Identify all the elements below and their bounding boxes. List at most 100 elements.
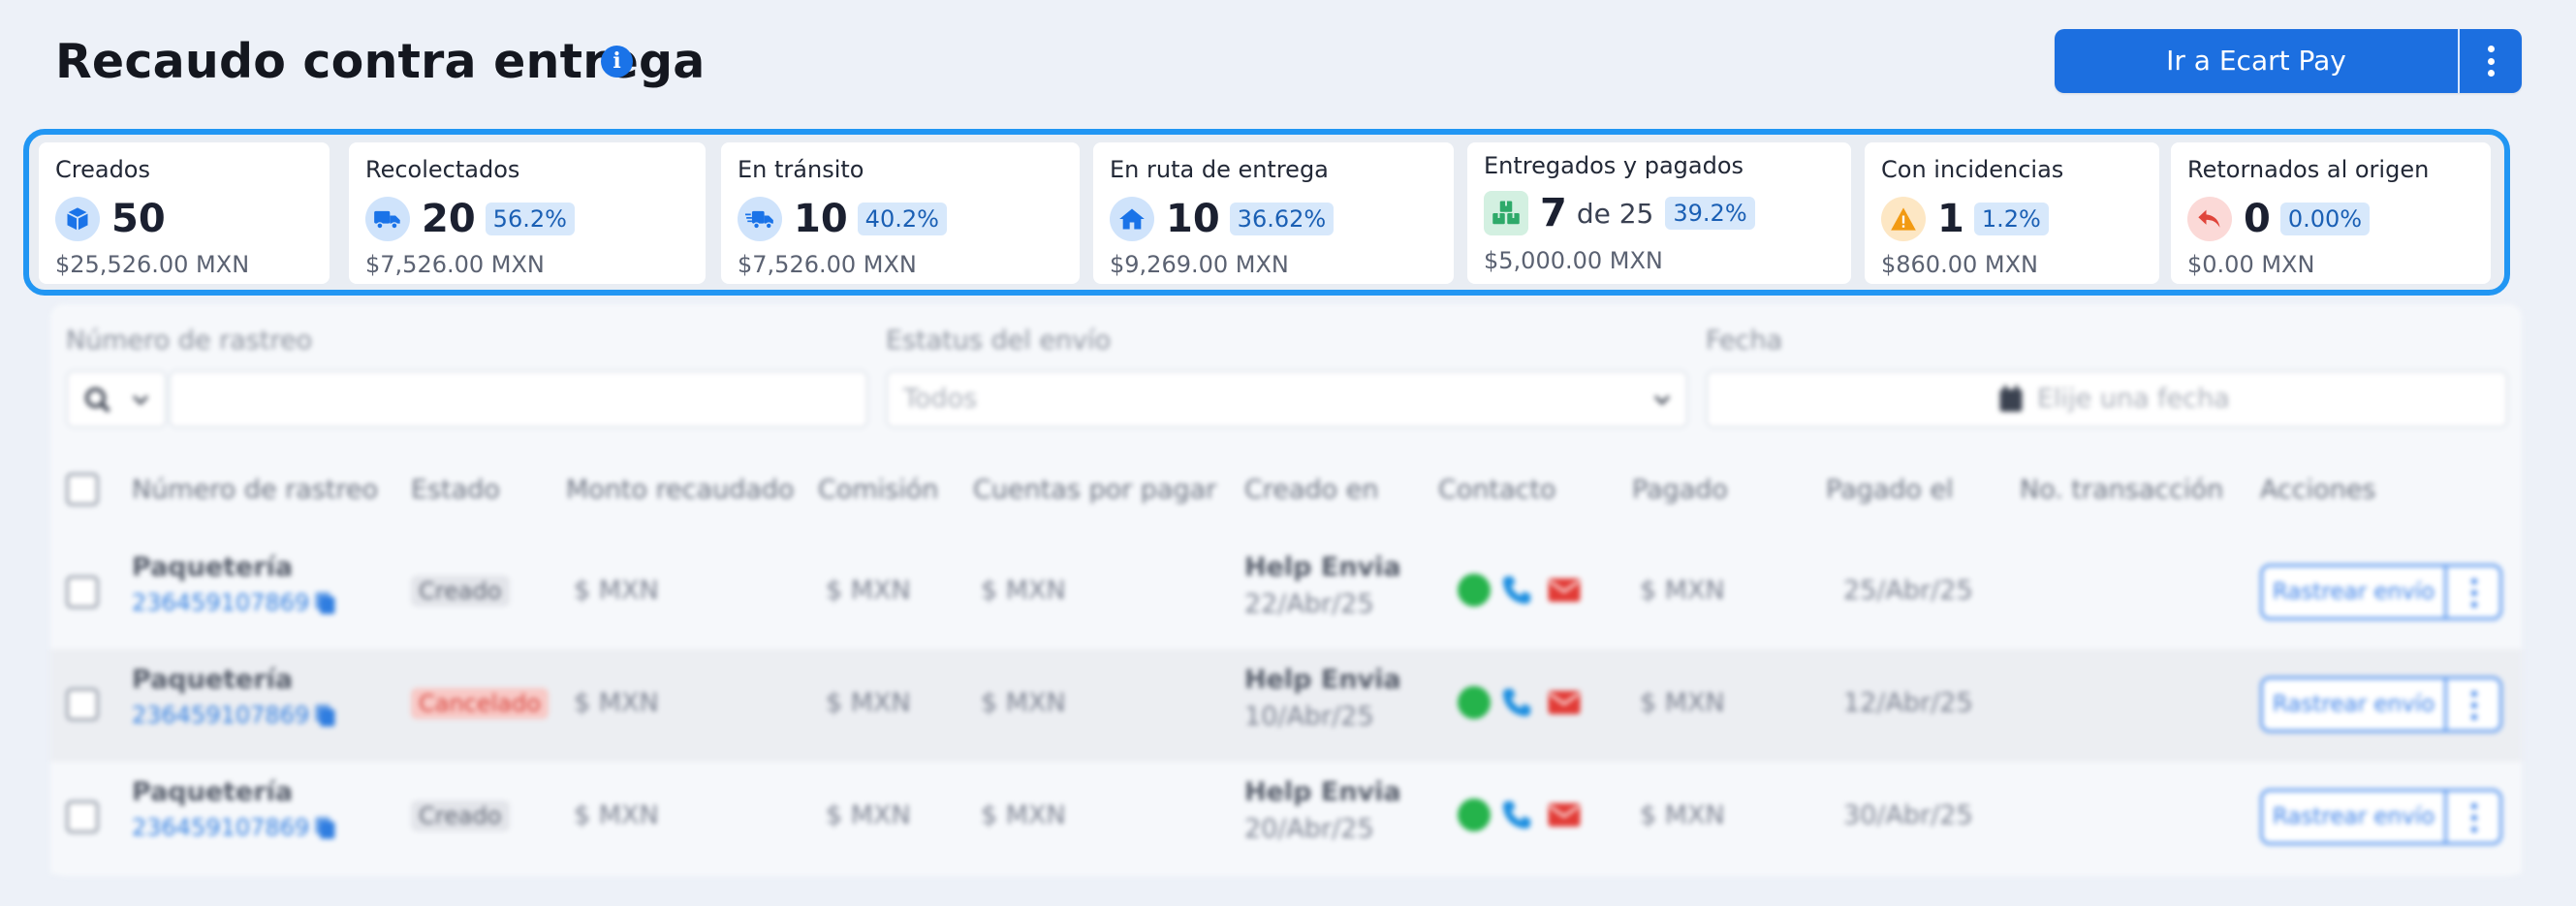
paid-date: 25/Abr/25 <box>1843 576 1973 606</box>
column-header: Contacto <box>1438 475 1556 505</box>
stat-label: En ruta de entrega <box>1110 156 1329 183</box>
row-more-button[interactable] <box>2447 679 2499 730</box>
track-shipment-button-group: Rastrear envío <box>2260 564 2502 620</box>
moving-truck-icon <box>738 197 782 241</box>
return-arrow-icon <box>2187 197 2232 241</box>
stat-count: 0 <box>2244 197 2271 241</box>
whatsapp-icon[interactable] <box>1458 686 1491 719</box>
column-header: Pagado el <box>1826 475 1954 505</box>
phone-icon[interactable] <box>1500 686 1533 719</box>
track-shipment-button[interactable]: Rastrear envío <box>2263 567 2447 617</box>
stat-label: En tránsito <box>738 156 864 183</box>
stat-percent-badge: 36.62% <box>1229 203 1335 235</box>
status-badge: Creado <box>411 576 510 607</box>
row-more-button[interactable] <box>2447 567 2499 617</box>
paid-amount: $ MXN <box>1640 688 1725 718</box>
stat-card-en-ruta[interactable]: En ruta de entrega 10 36.62% $9,269.00 M… <box>1093 142 1454 284</box>
stat-card-en-transito[interactable]: En tránsito 10 40.2% $7,526.00 MXN <box>721 142 1080 284</box>
carrier-name: Paquetería <box>132 665 294 695</box>
whatsapp-icon[interactable] <box>1458 798 1491 831</box>
column-header: Pagado <box>1632 475 1728 505</box>
copy-icon[interactable] <box>314 816 337 841</box>
column-header: Estado <box>411 475 500 505</box>
row-more-button[interactable] <box>2447 792 2499 842</box>
created-by: Help Envia <box>1244 665 1401 695</box>
table-row: Paquetería 236459107869 Creado $ MXN $ M… <box>50 762 2522 874</box>
stat-amount: $25,526.00 MXN <box>55 251 250 278</box>
stat-label: Retornados al origen <box>2187 156 2430 183</box>
carrier-name: Paquetería <box>132 777 294 807</box>
stat-card-incidencias[interactable]: Con incidencias 1 1.2% $860.00 MXN <box>1865 142 2159 284</box>
row-checkbox[interactable] <box>66 688 99 721</box>
stat-card-creados[interactable]: Creados 50 $25,526.00 MXN <box>39 142 330 284</box>
whatsapp-icon[interactable] <box>1458 574 1491 607</box>
packages-icon <box>1484 191 1528 235</box>
status-select[interactable]: Todos <box>886 370 1688 428</box>
home-icon <box>1110 197 1154 241</box>
mail-icon[interactable] <box>1547 688 1582 717</box>
stat-card-retornados[interactable]: Retornados al origen 0 0.00% $0.00 MXN <box>2171 142 2491 284</box>
payable-amount: $ MXN <box>981 800 1066 830</box>
tracking-link[interactable]: 236459107869 <box>132 702 309 729</box>
stat-count: 10 <box>794 197 848 241</box>
shipments-panel: Número de rastreo Estatus del envío Todo… <box>50 304 2522 876</box>
search-mode-select[interactable] <box>66 370 167 428</box>
stat-percent-badge: 56.2% <box>485 203 575 235</box>
stats-summary: Creados 50 $25,526.00 MXN Recolectados 2… <box>23 129 2510 296</box>
collected-amount: $ MXN <box>574 800 659 830</box>
stat-label: Entregados y pagados <box>1484 152 1744 179</box>
truck-icon <box>365 197 410 241</box>
column-header: Número de rastreo <box>132 475 379 505</box>
tracking-link[interactable]: 236459107869 <box>132 814 309 841</box>
mail-icon[interactable] <box>1547 576 1582 605</box>
page-header: Recaudo contra entrega i Ir a Ecart Pay <box>0 0 2576 126</box>
date-picker[interactable]: Elije una fecha <box>1706 370 2508 428</box>
mail-icon[interactable] <box>1547 800 1582 829</box>
stat-percent-badge: 0.00% <box>2279 203 2371 235</box>
stat-count: 7 <box>1540 191 1567 235</box>
collected-amount: $ MXN <box>574 688 659 718</box>
column-header: Comisión <box>818 475 939 505</box>
stat-count: 20 <box>422 197 476 241</box>
kebab-icon <box>2488 46 2495 77</box>
select-all-checkbox[interactable] <box>66 473 99 506</box>
search-icon <box>84 387 110 413</box>
column-header: No. transacción <box>2020 475 2224 505</box>
stat-label: Creados <box>55 156 150 183</box>
paid-amount: $ MXN <box>1640 800 1725 830</box>
more-options-button[interactable] <box>2460 29 2522 93</box>
commission-amount: $ MXN <box>826 688 911 718</box>
stat-percent-badge: 39.2% <box>1665 197 1755 230</box>
collected-amount: $ MXN <box>574 576 659 606</box>
go-to-ecart-pay-button[interactable]: Ir a Ecart Pay <box>2055 29 2460 93</box>
payable-amount: $ MXN <box>981 688 1066 718</box>
calendar-icon <box>1999 386 2023 412</box>
column-header: Cuentas por pagar <box>973 475 1217 505</box>
copy-icon[interactable] <box>314 703 337 729</box>
stat-amount: $5,000.00 MXN <box>1484 247 1663 274</box>
stat-count: 10 <box>1166 197 1220 241</box>
column-header: Acciones <box>2260 475 2376 505</box>
payable-amount: $ MXN <box>981 576 1066 606</box>
track-shipment-button[interactable]: Rastrear envío <box>2263 792 2447 842</box>
chevron-down-icon <box>132 394 149 406</box>
stat-card-recolectados[interactable]: Recolectados 20 56.2% $7,526.00 MXN <box>349 142 706 284</box>
info-icon[interactable]: i <box>601 46 633 78</box>
row-checkbox[interactable] <box>66 576 99 609</box>
tracking-filter-label: Número de rastreo <box>66 326 313 356</box>
stat-card-entregados[interactable]: Entregados y pagados 7 de 25 39.2% $5,00… <box>1467 142 1851 284</box>
column-header: Creado en <box>1244 475 1379 505</box>
row-checkbox[interactable] <box>66 800 99 833</box>
tracking-link[interactable]: 236459107869 <box>132 589 309 616</box>
warning-icon <box>1881 197 1926 241</box>
phone-icon[interactable] <box>1500 574 1533 607</box>
carrier-name: Paquetería <box>132 552 294 582</box>
stat-amount: $7,526.00 MXN <box>738 251 917 278</box>
copy-icon[interactable] <box>314 591 337 616</box>
tracking-number-input[interactable] <box>169 370 868 428</box>
created-date: 22/Abr/25 <box>1244 589 1374 619</box>
status-filter-label: Estatus del envío <box>886 326 1112 356</box>
track-shipment-button[interactable]: Rastrear envío <box>2263 679 2447 730</box>
created-date: 20/Abr/25 <box>1244 814 1374 844</box>
phone-icon[interactable] <box>1500 798 1533 831</box>
